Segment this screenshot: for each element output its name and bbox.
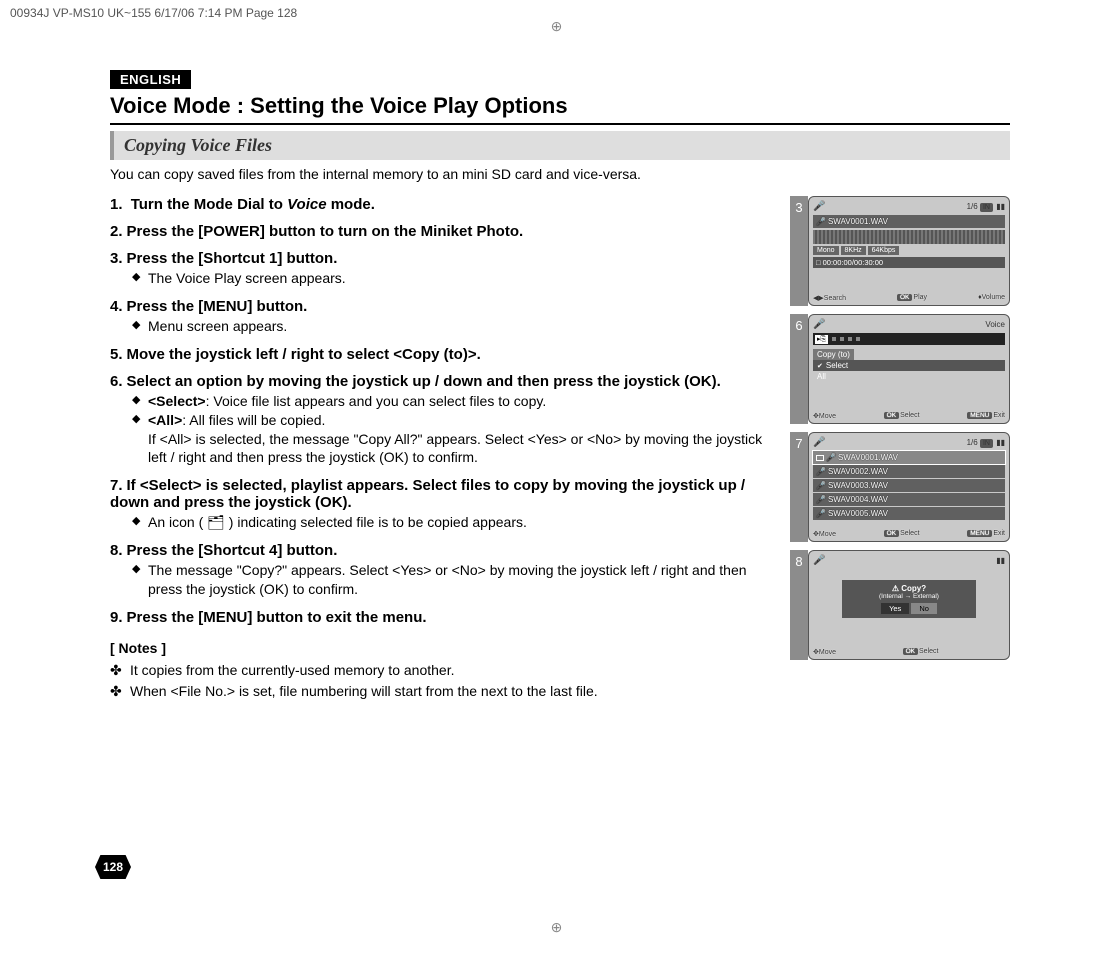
waveform-graphic [813, 230, 1005, 244]
dialog-yes: Yes [881, 603, 909, 614]
instructions-column: 1. Turn the Mode Dial to Voice mode. 2.P… [110, 196, 772, 702]
hint-play: OKPlay [897, 294, 927, 302]
screenshot-6: 6 Voice ▸⎘ Copy (to) ✔Select All ✥Move O… [790, 314, 1010, 424]
note-item: When <File No.> is set, file numbering w… [110, 681, 772, 702]
page-content: ENGLISH Voice Mode : Setting the Voice P… [110, 70, 1010, 702]
step-1: 1. Turn the Mode Dial to Voice mode. [110, 196, 772, 213]
option-all: All [813, 371, 1005, 382]
hint-select: OKSelect [903, 648, 939, 656]
page-title: Voice Mode : Setting the Voice Play Opti… [110, 89, 1010, 125]
print-header-text: 00934J VP-MS10 UK~155 6/17/06 7:14 PM Pa… [10, 6, 297, 20]
screenshot-step-number: 6 [790, 314, 808, 424]
hint-select: OKSelect [884, 412, 920, 420]
hint-exit: MENUExit [967, 412, 1005, 420]
section-subtitle: Copying Voice Files [110, 131, 1010, 160]
step-4: 4.Press the [MENU] button. Menu screen a… [110, 298, 772, 336]
notes-list: It copies from the currently-used memory… [110, 660, 772, 702]
steps-list: 1. Turn the Mode Dial to Voice mode. 2.P… [110, 196, 772, 626]
hint-move: ✥Move [813, 648, 836, 656]
dialog-no: No [911, 603, 937, 614]
screenshot-step-number: 8 [790, 550, 808, 660]
list-item: 🎤SWAV0002.WAV [813, 465, 1005, 478]
copy-menu-icon: ▸⎘ [815, 335, 828, 344]
mic-icon [813, 319, 825, 330]
mic-icon [813, 555, 825, 566]
print-header: 00934J VP-MS10 UK~155 6/17/06 7:14 PM Pa… [0, 0, 307, 26]
menu-strip: ▸⎘ [813, 333, 1005, 345]
intro-text: You can copy saved files from the intern… [110, 166, 1010, 182]
list-item: 🎤SWAV0001.WAV [813, 451, 1005, 464]
list-item: 🎤SWAV0003.WAV [813, 479, 1005, 492]
screenshot-7: 7 1/6 IN ▮▮ 🎤SWAV0001.WAV 🎤SWAV0002.WAV … [790, 432, 1010, 542]
screenshot-step-number: 3 [790, 196, 808, 306]
note-item: It copies from the currently-used memory… [110, 660, 772, 681]
hint-volume: ♦Volume [978, 294, 1005, 302]
list-item: 🎤SWAV0005.WAV [813, 507, 1005, 520]
hint-search: ◀▶Search [813, 294, 846, 302]
hint-move: ✥Move [813, 530, 836, 538]
voice-file-icon: 🎤 [816, 217, 826, 226]
list-item: 🎤SWAV0004.WAV [813, 493, 1005, 506]
registration-mark-bottom [551, 919, 563, 936]
copy-dialog: ⚠ Copy? (Internal → External) Yes No [842, 580, 976, 618]
step-3: 3.Press the [Shortcut 1] button. The Voi… [110, 250, 772, 288]
copied-icon [816, 455, 824, 461]
notes-heading: [ Notes ] [110, 640, 772, 656]
page-number-badge: 128 [95, 855, 131, 879]
screenshots-column: 3 1/6 IN ▮▮ 🎤SWAV0001.WAV Mono 8KHz 64Kb… [790, 196, 1010, 702]
screenshot-step-number: 7 [790, 432, 808, 542]
screenshot-8: 8 ▮▮ ⚠ Copy? (Internal → External) Yes N… [790, 550, 1010, 660]
step-6: 6.Select an option by moving the joystic… [110, 373, 772, 468]
language-tag: ENGLISH [110, 70, 191, 89]
step-8: 8.Press the [Shortcut 4] button. The mes… [110, 542, 772, 599]
registration-mark-top [551, 18, 563, 35]
hint-move: ✥Move [813, 412, 836, 420]
hint-select: OKSelect [884, 530, 920, 538]
mic-icon [813, 437, 825, 448]
mic-icon [813, 201, 825, 212]
step-7: 7.If <Select> is selected, playlist appe… [110, 477, 772, 532]
step-2: 2.Press the [POWER] button to turn on th… [110, 223, 772, 240]
step-9: 9.Press the [MENU] button to exit the me… [110, 609, 772, 626]
screenshot-3: 3 1/6 IN ▮▮ 🎤SWAV0001.WAV Mono 8KHz 64Kb… [790, 196, 1010, 306]
menu-title: Copy (to) [813, 349, 854, 360]
option-select: ✔Select [813, 360, 1005, 371]
hint-exit: MENUExit [967, 530, 1005, 538]
step-5: 5.Move the joystick left / right to sele… [110, 346, 772, 363]
